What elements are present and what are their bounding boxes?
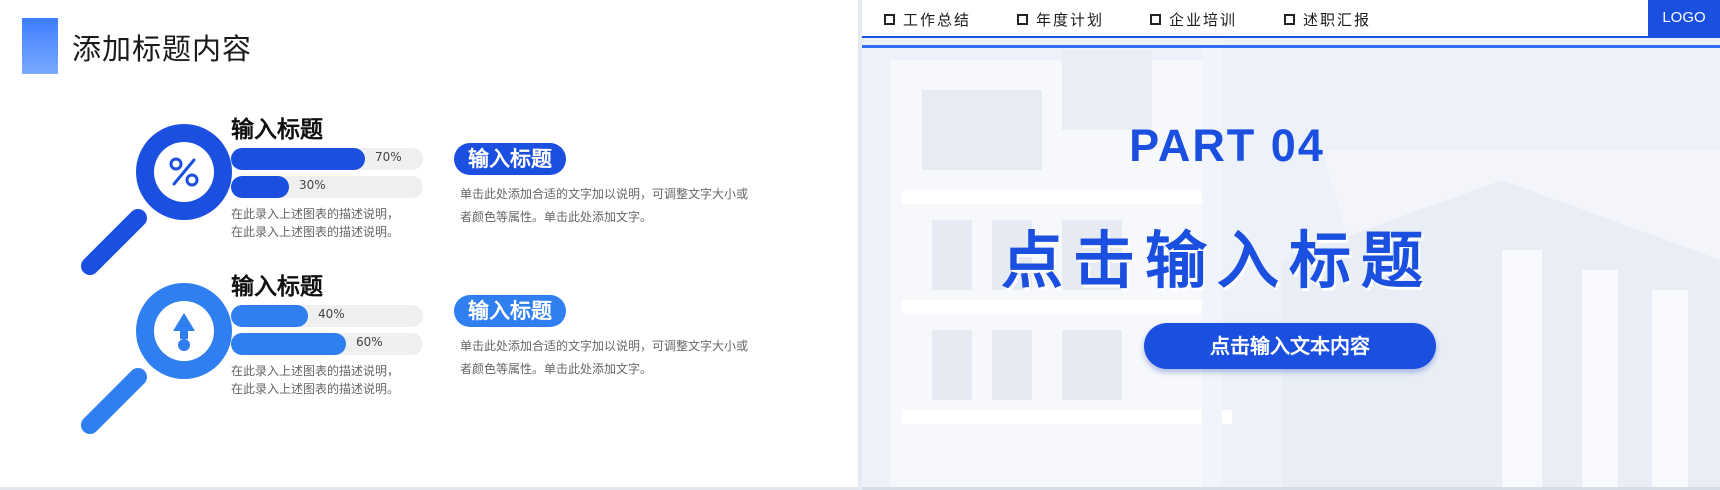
square-bullet-icon — [1150, 14, 1161, 25]
progress-bar: 70% — [231, 148, 423, 170]
item-heading[interactable]: 输入标题 — [231, 110, 323, 144]
progress-label: 40% — [318, 307, 345, 321]
progress-label: 70% — [375, 150, 402, 164]
top-nav: 工作总结 年度计划 企业培训 述职汇报 LOGO — [862, 0, 1720, 36]
slide-right: 工作总结 年度计划 企业培训 述职汇报 LOGO PART 04 点击输入标题 … — [862, 0, 1720, 490]
nav-item-training[interactable]: 企业培训 — [1150, 9, 1237, 30]
stat-item-1: 输入标题 70% 30% 在此录入上述图表的描述说明， 在此录入上述图表的描述说… — [0, 108, 858, 275]
progress-label: 30% — [299, 178, 326, 192]
nav-item-work-summary[interactable]: 工作总结 — [884, 9, 971, 30]
magnifier-icon — [81, 124, 232, 275]
item-description[interactable]: 在此录入上述图表的描述说明， 在此录入上述图表的描述说明。 — [231, 362, 451, 398]
pill-description[interactable]: 单击此处添加合适的文字加以说明，可调整文字大小或 者颜色等属性。单击此处添加文字… — [460, 335, 770, 381]
progress-bar: 60% — [231, 333, 423, 355]
title-accent-bar — [22, 18, 58, 74]
main-title[interactable]: 点击输入标题 — [862, 210, 1572, 300]
square-bullet-icon — [1017, 14, 1028, 25]
nav-rule — [862, 36, 1720, 38]
pill-description[interactable]: 单击此处添加合适的文字加以说明，可调整文字大小或 者颜色等属性。单击此处添加文字… — [460, 183, 770, 229]
progress-bar: 30% — [231, 176, 423, 198]
item-heading[interactable]: 输入标题 — [231, 267, 323, 301]
text-input-button[interactable]: 点击输入文本内容 — [1144, 323, 1436, 369]
progress-fill — [231, 333, 346, 355]
progress-bar: 40% — [231, 305, 423, 327]
logo[interactable]: LOGO — [1648, 0, 1720, 36]
slide-left: 添加标题内容 输入标题 70% 30% 在此录入上述图表的描述说明， 在此录入上… — [0, 0, 858, 490]
item-description[interactable]: 在此录入上述图表的描述说明， 在此录入上述图表的描述说明。 — [231, 205, 451, 241]
stat-item-2: 输入标题 40% 60% 在此录入上述图表的描述说明， 在此录入上述图表的描述说… — [0, 265, 858, 434]
square-bullet-icon — [884, 14, 895, 25]
part-label[interactable]: PART 04 — [862, 120, 1592, 172]
progress-label: 60% — [356, 335, 383, 349]
progress-fill — [231, 176, 289, 198]
nav-item-annual-plan[interactable]: 年度计划 — [1017, 9, 1104, 30]
square-bullet-icon — [1284, 14, 1295, 25]
nav-rule — [862, 45, 1720, 48]
progress-fill — [231, 305, 308, 327]
magnifier-icon — [81, 283, 232, 434]
slide-title[interactable]: 添加标题内容 — [72, 26, 252, 68]
progress-fill — [231, 148, 365, 170]
nav-item-report[interactable]: 述职汇报 — [1284, 9, 1371, 30]
pill-heading[interactable]: 输入标题 — [454, 295, 566, 327]
pill-heading[interactable]: 输入标题 — [454, 143, 566, 175]
